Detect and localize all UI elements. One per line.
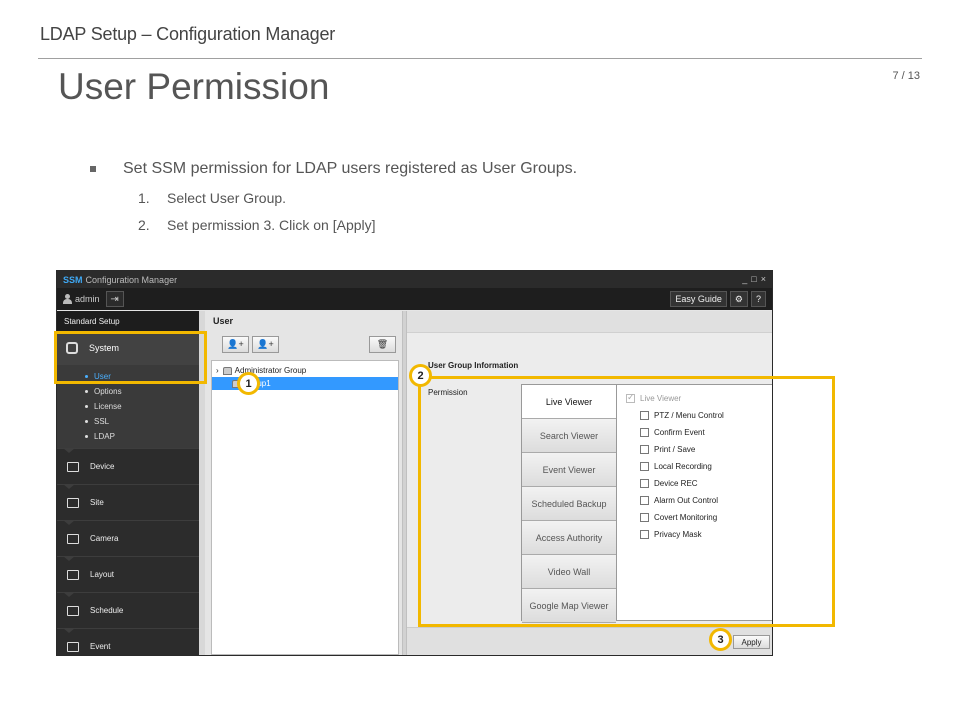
sidebar-item-event[interactable]: Event: [57, 628, 199, 655]
sidebar-item-layout[interactable]: Layout: [57, 556, 199, 592]
user-name: admin: [75, 294, 100, 304]
logout-button[interactable]: ⇥: [105, 291, 124, 307]
user-panel: User 👤+ 👤+ 🗑 › Administrator Group Group…: [205, 311, 402, 655]
sidebar-item-site[interactable]: Site: [57, 484, 199, 520]
slide-header: LDAP Setup – Configuration Manager: [40, 24, 336, 44]
maximize-icon[interactable]: □: [751, 274, 756, 284]
easy-guide-button[interactable]: Easy Guide: [670, 291, 727, 307]
sidebar-item-schedule[interactable]: Schedule: [57, 592, 199, 628]
expand-chevron-icon[interactable]: ›: [216, 366, 219, 375]
group-info-title: User Group Information: [428, 361, 519, 370]
submenu-options[interactable]: Options: [57, 384, 199, 399]
add-user-icon[interactable]: 👤+: [252, 335, 279, 353]
callout-badge-1: 1: [237, 372, 260, 395]
title-bar: SSM Configuration Manager _ □ ×: [57, 271, 772, 288]
group-icon: [222, 366, 232, 375]
user-panel-toolbar: 👤+ 👤+ 🗑: [205, 331, 402, 357]
site-icon: [67, 497, 79, 508]
bullet-text: Set SSM permission for LDAP users regist…: [123, 160, 578, 177]
apply-button[interactable]: Apply: [733, 635, 770, 649]
camera-icon: [67, 533, 79, 544]
user-tree: › Administrator Group Group1: [211, 360, 399, 655]
user-panel-header: User: [213, 316, 234, 326]
minimize-icon[interactable]: _: [742, 274, 747, 284]
device-icon: [67, 461, 79, 472]
panel-top-bar: [407, 311, 772, 333]
layout-icon: [67, 569, 79, 580]
brand-label: SSM: [63, 274, 83, 285]
step-1: 1. Select User Group.: [138, 190, 287, 206]
event-icon: [67, 641, 79, 652]
page-number: 7 / 13: [892, 70, 920, 82]
delete-trash-icon[interactable]: 🗑: [369, 336, 396, 353]
window-title: Configuration Manager: [85, 274, 178, 285]
top-toolbar: admin ⇥ Easy Guide ⚙ ?: [57, 288, 772, 310]
sidebar-item-camera[interactable]: Camera: [57, 520, 199, 556]
sidebar-item-device[interactable]: Device: [57, 448, 199, 484]
user-icon: [63, 294, 72, 304]
callout-badge-3: 3: [709, 628, 732, 651]
bullet-icon: [90, 166, 96, 172]
slide-title: User Permission: [58, 66, 330, 107]
add-group-icon[interactable]: 👤+: [222, 335, 249, 353]
close-icon[interactable]: ×: [761, 274, 766, 284]
header-rule: [38, 58, 922, 59]
callout-badge-2: 2: [409, 364, 432, 387]
bullet-item: Set SSM permission for LDAP users regist…: [90, 160, 577, 178]
submenu-license[interactable]: License: [57, 399, 199, 414]
schedule-icon: [67, 605, 79, 616]
help-icon[interactable]: ?: [750, 291, 766, 307]
highlight-permission-area: [418, 376, 835, 627]
settings-gear-icon[interactable]: ⚙: [729, 291, 748, 307]
sidebar-header: Standard Setup: [57, 311, 199, 331]
submenu-ssl[interactable]: SSL: [57, 414, 199, 429]
step-2: 2. Set permission 3. Click on [Apply]: [138, 217, 376, 233]
submenu-ldap[interactable]: LDAP: [57, 429, 199, 444]
highlight-system-user: [54, 331, 207, 384]
